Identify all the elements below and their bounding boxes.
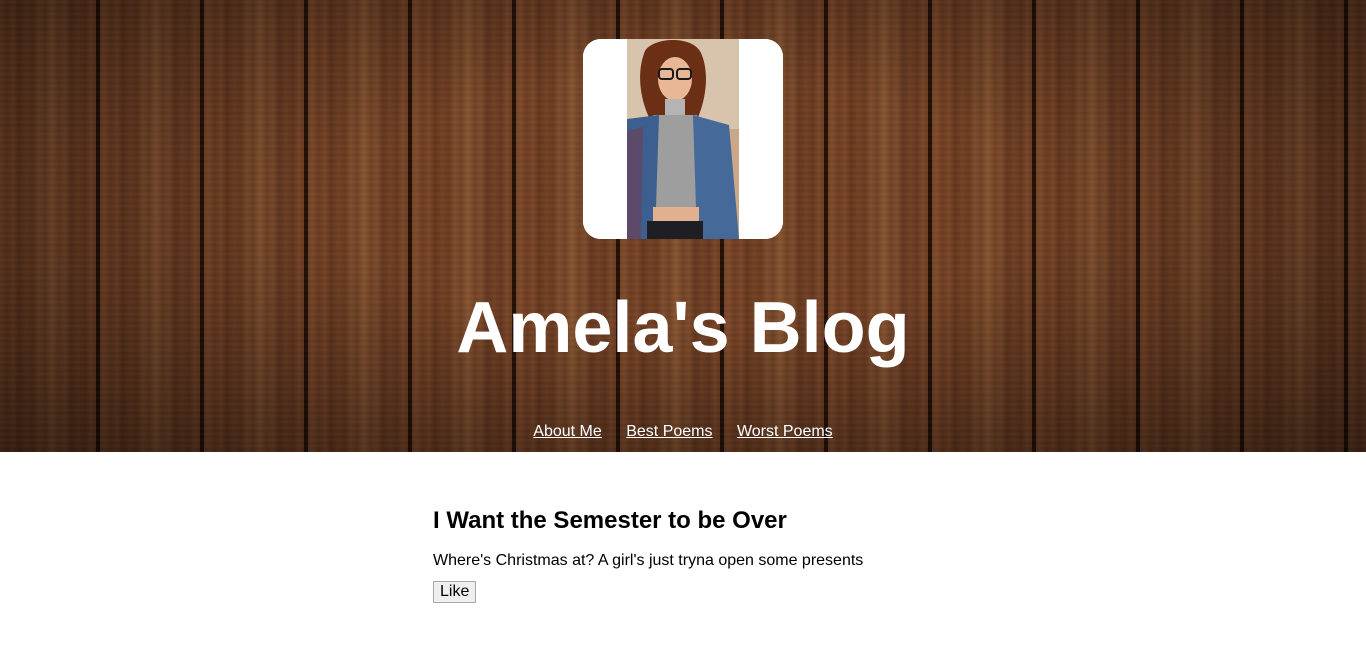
post-title: I Want the Semester to be Over bbox=[433, 507, 787, 534]
blog-header: Amela's Blog About Me Best Poems Worst P… bbox=[0, 0, 1366, 452]
blog-title: Amela's Blog bbox=[456, 288, 910, 368]
nav-link-about-me[interactable]: About Me bbox=[533, 422, 601, 442]
post-body: Where's Christmas at? A girl's just tryn… bbox=[433, 552, 864, 569]
profile-photo bbox=[583, 39, 783, 239]
profile-photo-image bbox=[583, 39, 783, 239]
nav-link-worst-poems[interactable]: Worst Poems bbox=[737, 422, 833, 442]
blog-post: I Want the Semester to be Over Where's C… bbox=[433, 505, 1033, 603]
main-nav: About Me Best Poems Worst Poems bbox=[0, 422, 1366, 442]
nav-link-best-poems[interactable]: Best Poems bbox=[626, 422, 712, 442]
like-button[interactable]: Like bbox=[433, 581, 477, 603]
